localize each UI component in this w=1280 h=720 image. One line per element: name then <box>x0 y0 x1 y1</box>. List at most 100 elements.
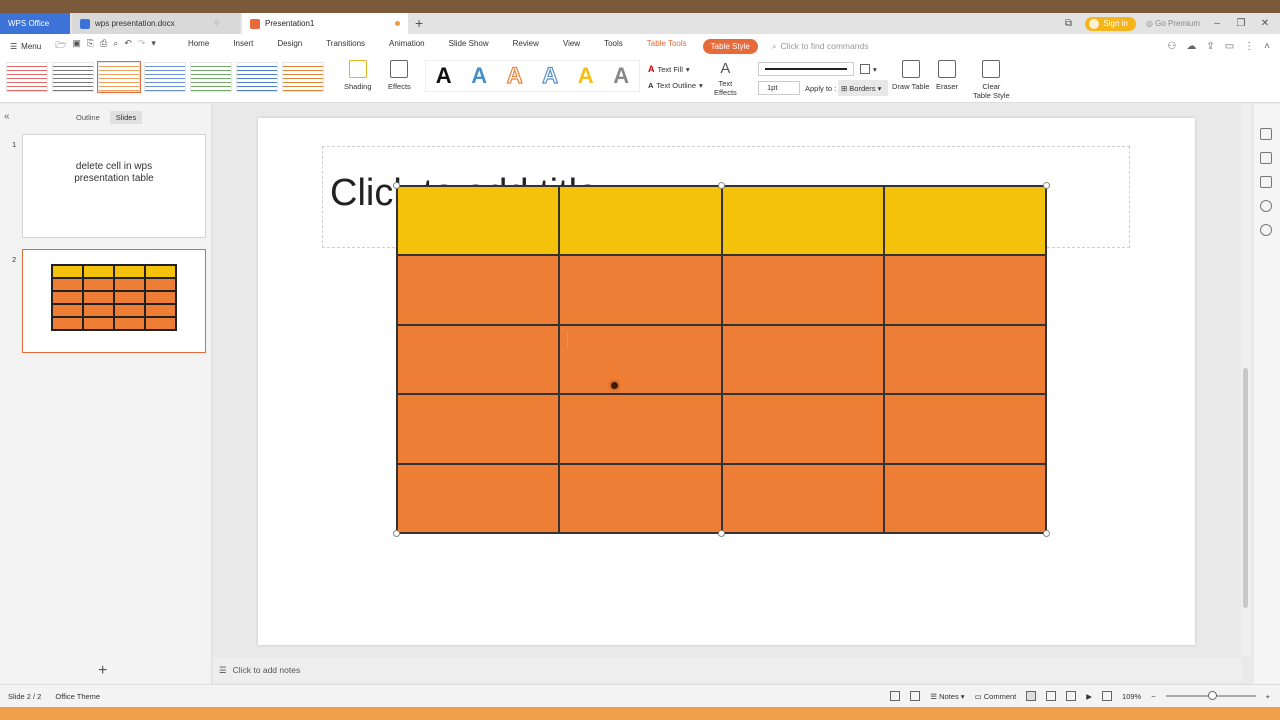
table-cell[interactable] <box>397 324 560 395</box>
slide-table[interactable] <box>396 185 1047 534</box>
tab-wps-presentation-docx[interactable]: wps presentation.docx ⟐ <box>72 13 240 34</box>
effects-button[interactable]: Effects <box>388 60 411 91</box>
clear-table-style-button[interactable]: Clear Table Style <box>973 60 1010 100</box>
table-cell[interactable] <box>721 186 884 256</box>
table-cell[interactable] <box>721 394 884 464</box>
wordart-style-blue[interactable]: A <box>471 63 487 89</box>
more-icon[interactable]: ⋮ <box>1244 41 1254 52</box>
resize-handle[interactable] <box>393 182 400 189</box>
comment-button[interactable]: ▭ Comment <box>975 692 1017 701</box>
tab-view[interactable]: View <box>551 39 592 54</box>
tab-table-tools[interactable]: Table Tools <box>635 39 699 54</box>
go-premium-button[interactable]: ◎ Go Premium <box>1146 19 1200 28</box>
reading-view-icon[interactable] <box>1066 691 1077 701</box>
restore-icon[interactable]: ❐ <box>1234 18 1248 29</box>
close-tab-icon[interactable]: ⟐ <box>214 18 220 28</box>
collaborate-icon[interactable]: ⚇ <box>1167 41 1176 52</box>
border-weight-select[interactable]: 1pt <box>758 81 800 95</box>
table-cell[interactable] <box>397 463 560 533</box>
resize-handle[interactable] <box>393 530 400 537</box>
print-icon[interactable]: ⎙ <box>100 38 107 54</box>
table-style-swatch[interactable] <box>97 61 141 93</box>
object-properties-icon[interactable] <box>1260 128 1272 140</box>
table-cell[interactable] <box>559 255 722 325</box>
redo-icon[interactable]: ↷ <box>138 38 146 54</box>
print-preview-icon[interactable]: ⌕ <box>113 38 118 54</box>
wordart-style-orange-outline[interactable]: A <box>506 62 523 89</box>
workspace-icon[interactable]: ⧉ <box>1061 18 1075 29</box>
history-icon[interactable] <box>1260 200 1272 212</box>
tab-review[interactable]: Review <box>501 39 551 54</box>
text-effects-button[interactable]: A Text Effects <box>714 60 737 97</box>
table-cell[interactable] <box>883 186 1046 256</box>
tab-home[interactable]: Home <box>176 39 221 54</box>
borders-button[interactable]: ⊞ Borders ▾ <box>838 80 888 96</box>
table-style-swatch[interactable] <box>144 62 186 92</box>
command-search[interactable]: ⌕ Click to find commands <box>772 41 869 52</box>
proofing-icon[interactable] <box>910 691 921 701</box>
text-outline-button[interactable]: A Text Outline ▾ <box>648 81 703 90</box>
zoom-slider-knob[interactable] <box>1207 691 1217 700</box>
slide-thumbnail-1[interactable]: delete cell in wps presentation table <box>22 134 206 238</box>
save-icon[interactable]: ▣ <box>72 38 81 54</box>
notes-toggle-button[interactable]: ☰ Notes ▾ <box>930 692 964 701</box>
table-cell[interactable] <box>559 394 722 464</box>
wordart-style-yellow[interactable]: A <box>578 63 594 89</box>
wordart-style-gray[interactable]: A <box>613 63 629 89</box>
collapse-ribbon-icon[interactable]: ˄ <box>1264 41 1270 52</box>
table-cell[interactable] <box>721 463 884 533</box>
scrollbar-thumb[interactable] <box>1243 368 1248 608</box>
zoom-in-icon[interactable]: + <box>1266 692 1270 701</box>
new-tab-button[interactable]: + <box>415 15 423 31</box>
wordart-style-blue-outline[interactable]: A <box>542 62 559 89</box>
table-cell[interactable] <box>559 324 722 395</box>
zoom-out-icon[interactable]: − <box>1151 692 1155 701</box>
normal-view-icon[interactable] <box>1026 691 1037 701</box>
resize-handle[interactable] <box>1043 182 1050 189</box>
wordart-style-black[interactable]: A <box>436 63 452 89</box>
main-menu-button[interactable]: ☰ Menu <box>10 42 41 51</box>
settings-sliders-icon[interactable] <box>1260 176 1272 188</box>
customize-qa-icon[interactable]: ▾ <box>151 38 156 54</box>
tab-table-style[interactable]: Table Style <box>702 38 758 54</box>
zoom-level[interactable]: 109% <box>1122 692 1141 701</box>
vertical-scrollbar[interactable] <box>1241 104 1251 656</box>
border-line-style-select[interactable] <box>758 62 854 76</box>
share-icon[interactable]: ⇪ <box>1206 41 1214 52</box>
slide-sorter-icon[interactable] <box>1046 691 1057 701</box>
resize-handle[interactable] <box>718 530 725 537</box>
sign-in-button[interactable]: Sign in <box>1085 16 1136 31</box>
table-style-swatch[interactable] <box>190 62 232 92</box>
cloud-icon[interactable]: ☁ <box>1186 41 1196 52</box>
draw-table-button[interactable]: Draw Table <box>892 60 929 91</box>
theme-name[interactable]: Office Theme <box>55 692 100 701</box>
minimize-icon[interactable]: – <box>1210 18 1224 29</box>
tab-presentation1[interactable]: Presentation1 <box>242 13 408 34</box>
collapse-panel-icon[interactable]: « <box>4 111 10 122</box>
close-window-icon[interactable]: ✕ <box>1258 18 1272 29</box>
tab-design[interactable]: Design <box>265 39 314 54</box>
notes-pane[interactable]: ☰ Click to add notes <box>213 658 1243 682</box>
tab-animation[interactable]: Animation <box>377 39 437 54</box>
table-cell[interactable] <box>883 255 1046 325</box>
tab-transitions[interactable]: Transitions <box>314 39 377 54</box>
tab-insert[interactable]: Insert <box>221 39 265 54</box>
comment-icon[interactable]: ▭ <box>1225 41 1234 52</box>
table-style-swatch[interactable] <box>282 62 324 92</box>
table-cell[interactable] <box>883 463 1046 533</box>
tab-slides[interactable]: Slides <box>109 111 143 124</box>
eraser-button[interactable]: Eraser <box>936 60 958 91</box>
table-cell[interactable] <box>397 186 560 256</box>
table-style-swatch[interactable] <box>6 62 48 92</box>
fit-window-icon[interactable] <box>1102 691 1113 701</box>
animation-icon[interactable] <box>1260 152 1272 164</box>
table-style-swatch[interactable] <box>52 62 94 92</box>
zoom-slider[interactable] <box>1165 691 1256 700</box>
slide-thumbnail-2[interactable] <box>22 249 206 353</box>
table-cell[interactable] <box>559 463 722 533</box>
text-fill-button[interactable]: A Text Fill ▾ <box>648 64 690 74</box>
tab-wps-office[interactable]: WPS Office <box>0 13 70 34</box>
tab-tools[interactable]: Tools <box>592 39 635 54</box>
play-slideshow-icon[interactable]: ▶ <box>1086 692 1092 701</box>
table-cell[interactable] <box>397 255 560 325</box>
